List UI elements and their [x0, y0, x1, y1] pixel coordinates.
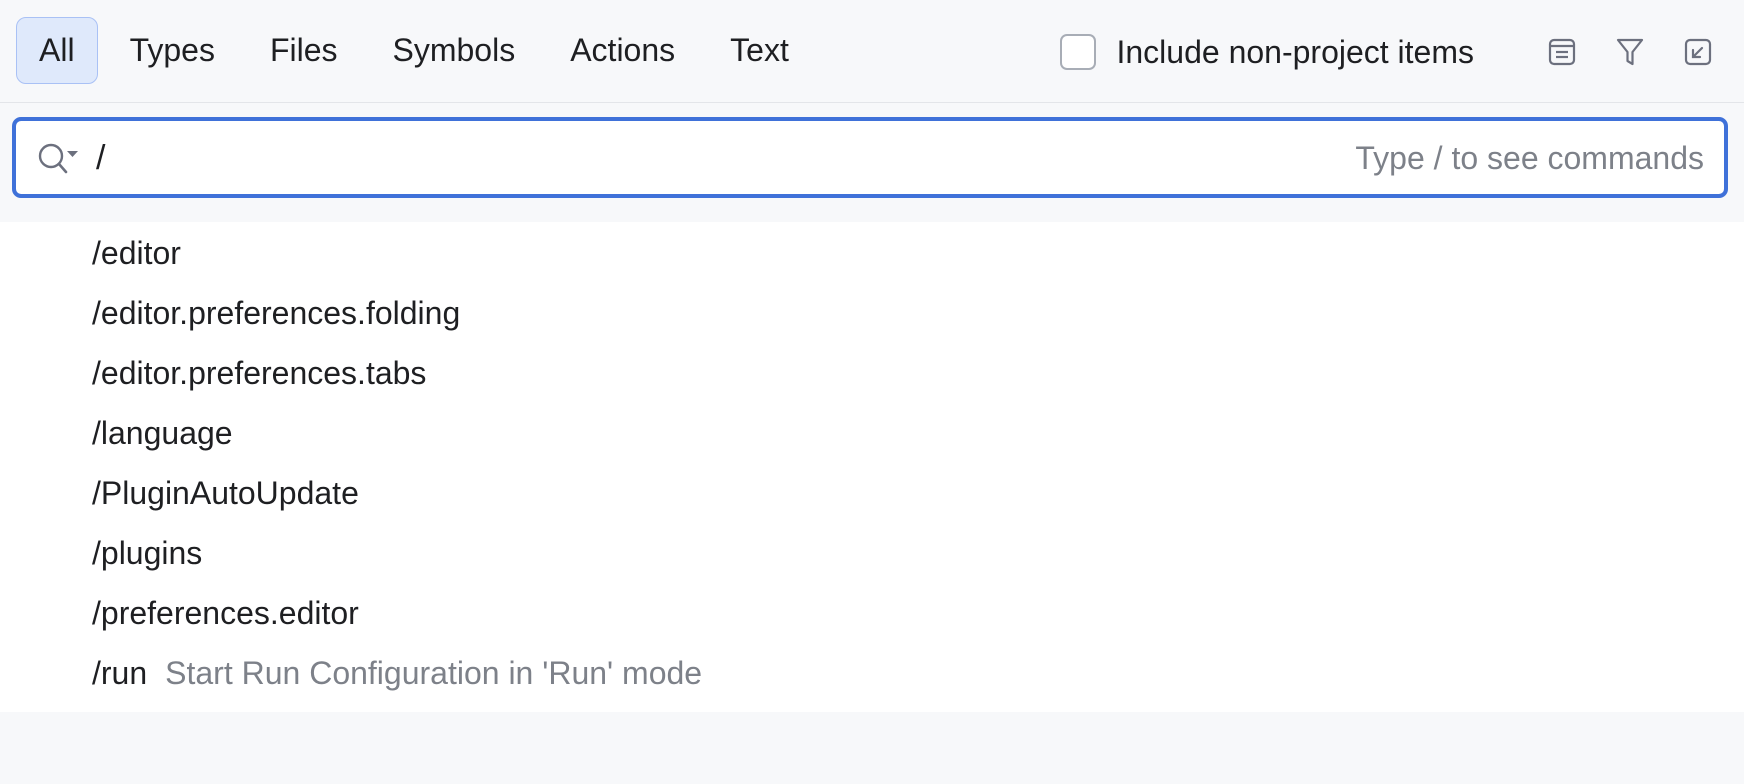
results-list: /editor /editor.preferences.folding /edi…	[0, 222, 1744, 712]
command-name: /editor.preferences.tabs	[92, 354, 427, 391]
filter-icon[interactable]	[1612, 34, 1648, 70]
list-item[interactable]: /PluginAutoUpdate	[92, 468, 359, 518]
top-bar: All Types Files Symbols Actions Text Inc…	[0, 0, 1744, 103]
collapse-to-corner-icon[interactable]	[1680, 34, 1716, 70]
search-input[interactable]: /	[96, 133, 105, 183]
list-item[interactable]: /language	[92, 408, 233, 458]
header-controls: Include non-project items	[1060, 30, 1716, 74]
command-name: /language	[92, 414, 233, 451]
tab-symbols[interactable]: Symbols	[370, 17, 539, 84]
scope-tabs: All Types Files Symbols Actions Text	[16, 17, 821, 84]
command-name: /preferences.editor	[92, 594, 359, 631]
tab-types[interactable]: Types	[107, 17, 238, 84]
list-item[interactable]: /run Start Run Configuration in 'Run' mo…	[92, 648, 702, 698]
tab-files[interactable]: Files	[247, 17, 361, 84]
include-non-project-checkbox[interactable]	[1060, 34, 1097, 70]
tab-actions[interactable]: Actions	[547, 17, 698, 84]
preview-icon[interactable]	[1544, 34, 1580, 70]
command-name: /plugins	[92, 534, 203, 571]
list-item[interactable]: /editor	[92, 228, 181, 278]
list-item[interactable]: /preferences.editor	[92, 588, 359, 638]
command-name: /run	[92, 654, 148, 691]
include-non-project-label[interactable]: Include non-project items	[1116, 34, 1474, 71]
command-name: /editor	[92, 234, 181, 271]
command-name: /editor.preferences.folding	[92, 294, 461, 331]
search-hint: Type / to see commands	[1355, 140, 1704, 176]
command-name: /PluginAutoUpdate	[92, 474, 359, 511]
list-item[interactable]: /editor.preferences.folding	[92, 288, 460, 338]
command-description: Start Run Configuration in 'Run' mode	[165, 654, 703, 691]
tab-text[interactable]: Text	[707, 17, 812, 84]
list-item[interactable]: /plugins	[92, 528, 202, 578]
search-field[interactable]: / Type / to see commands	[12, 117, 1728, 198]
search-icon[interactable]	[36, 141, 80, 177]
list-item[interactable]: /editor.preferences.tabs	[92, 348, 426, 398]
tab-all[interactable]: All	[16, 17, 98, 84]
